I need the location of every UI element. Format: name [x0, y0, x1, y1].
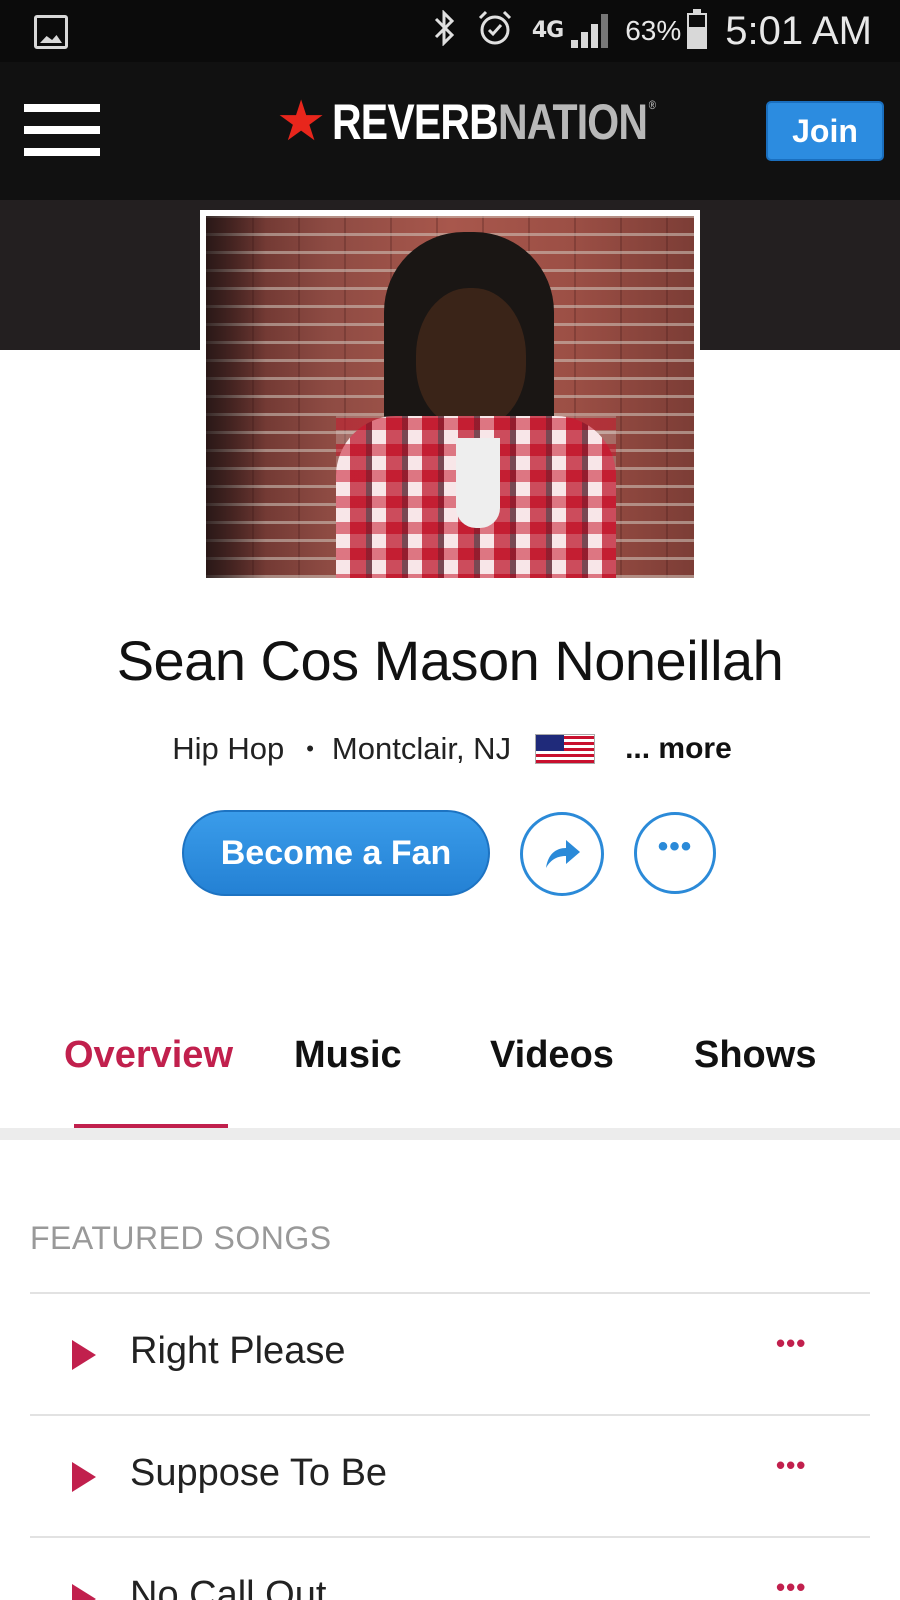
tab-shows[interactable]: Shows — [694, 1034, 816, 1077]
us-flag-icon — [535, 734, 596, 764]
tab-music[interactable]: Music — [294, 1034, 402, 1077]
gallery-icon — [34, 15, 68, 49]
artist-actions: Become a Fan ••• — [0, 810, 900, 896]
song-title[interactable]: Suppose To Be — [130, 1452, 387, 1495]
bluetooth-icon — [432, 9, 458, 52]
play-icon[interactable] — [72, 1584, 96, 1600]
song-title[interactable]: Right Please — [130, 1330, 345, 1373]
song-row[interactable]: No Call Out ••• — [30, 1536, 870, 1600]
logo-wordmark: REVERB NATION ® — [332, 93, 656, 151]
signal-icon — [571, 14, 611, 48]
tab-videos[interactable]: Videos — [490, 1034, 614, 1077]
share-arrow-icon — [546, 840, 580, 868]
status-bar: 4G 63% 5:01 AM — [0, 0, 900, 62]
artist-photo-image — [206, 216, 694, 578]
artist-location[interactable]: Montclair, NJ — [332, 731, 511, 767]
tab-overview[interactable]: Overview — [64, 1034, 233, 1077]
profile-photo[interactable] — [200, 210, 700, 584]
reverbnation-logo[interactable]: ★ REVERB NATION ® — [276, 92, 727, 152]
join-button[interactable]: Join — [766, 101, 884, 161]
alarm-icon — [476, 9, 514, 53]
4g-lte-icon: 4G — [531, 18, 564, 43]
battery-fill — [689, 26, 706, 47]
artist-name: Sean Cos Mason Noneillah — [116, 629, 784, 692]
song-row[interactable]: Suppose To Be ••• — [30, 1414, 870, 1536]
song-options-icon[interactable]: ••• — [776, 1328, 806, 1359]
tabs-divider — [0, 1128, 900, 1140]
artist-genre[interactable]: Hip Hop — [172, 731, 284, 767]
hamburger-menu-icon[interactable] — [24, 104, 100, 160]
star-icon: ★ — [276, 89, 327, 154]
app-header: ★ REVERB NATION ® Join — [0, 62, 900, 200]
play-icon[interactable] — [72, 1462, 96, 1492]
logo-wordmark-part1: REVERB — [332, 94, 499, 150]
profile-tabs: Overview Music Videos Shows — [0, 1020, 900, 1130]
song-options-icon[interactable]: ••• — [776, 1450, 806, 1481]
play-icon[interactable] — [72, 1340, 96, 1370]
song-options-icon[interactable]: ••• — [776, 1572, 806, 1600]
featured-songs-list: Right Please ••• Suppose To Be ••• No Ca… — [30, 1292, 870, 1600]
song-title[interactable]: No Call Out — [130, 1574, 326, 1600]
battery-percent: 63% — [625, 15, 682, 46]
clock: 5:01 AM — [725, 8, 872, 53]
share-button[interactable] — [520, 812, 604, 896]
more-link[interactable]: ... more — [625, 732, 732, 766]
logo-wordmark-part2: NATION — [498, 94, 648, 150]
meta-separator: • — [306, 736, 314, 761]
become-a-fan-button[interactable]: Become a Fan — [182, 810, 490, 896]
ellipsis-icon: ••• — [657, 830, 693, 863]
featured-songs-heading: FEATURED SONGS — [30, 1220, 332, 1256]
artist-meta: Hip Hop • Montclair, NJ ... more — [0, 727, 900, 771]
more-options-button[interactable]: ••• — [634, 812, 716, 894]
song-row[interactable]: Right Please ••• — [30, 1292, 870, 1414]
registered-mark: ® — [648, 98, 657, 112]
battery-icon — [687, 9, 708, 49]
